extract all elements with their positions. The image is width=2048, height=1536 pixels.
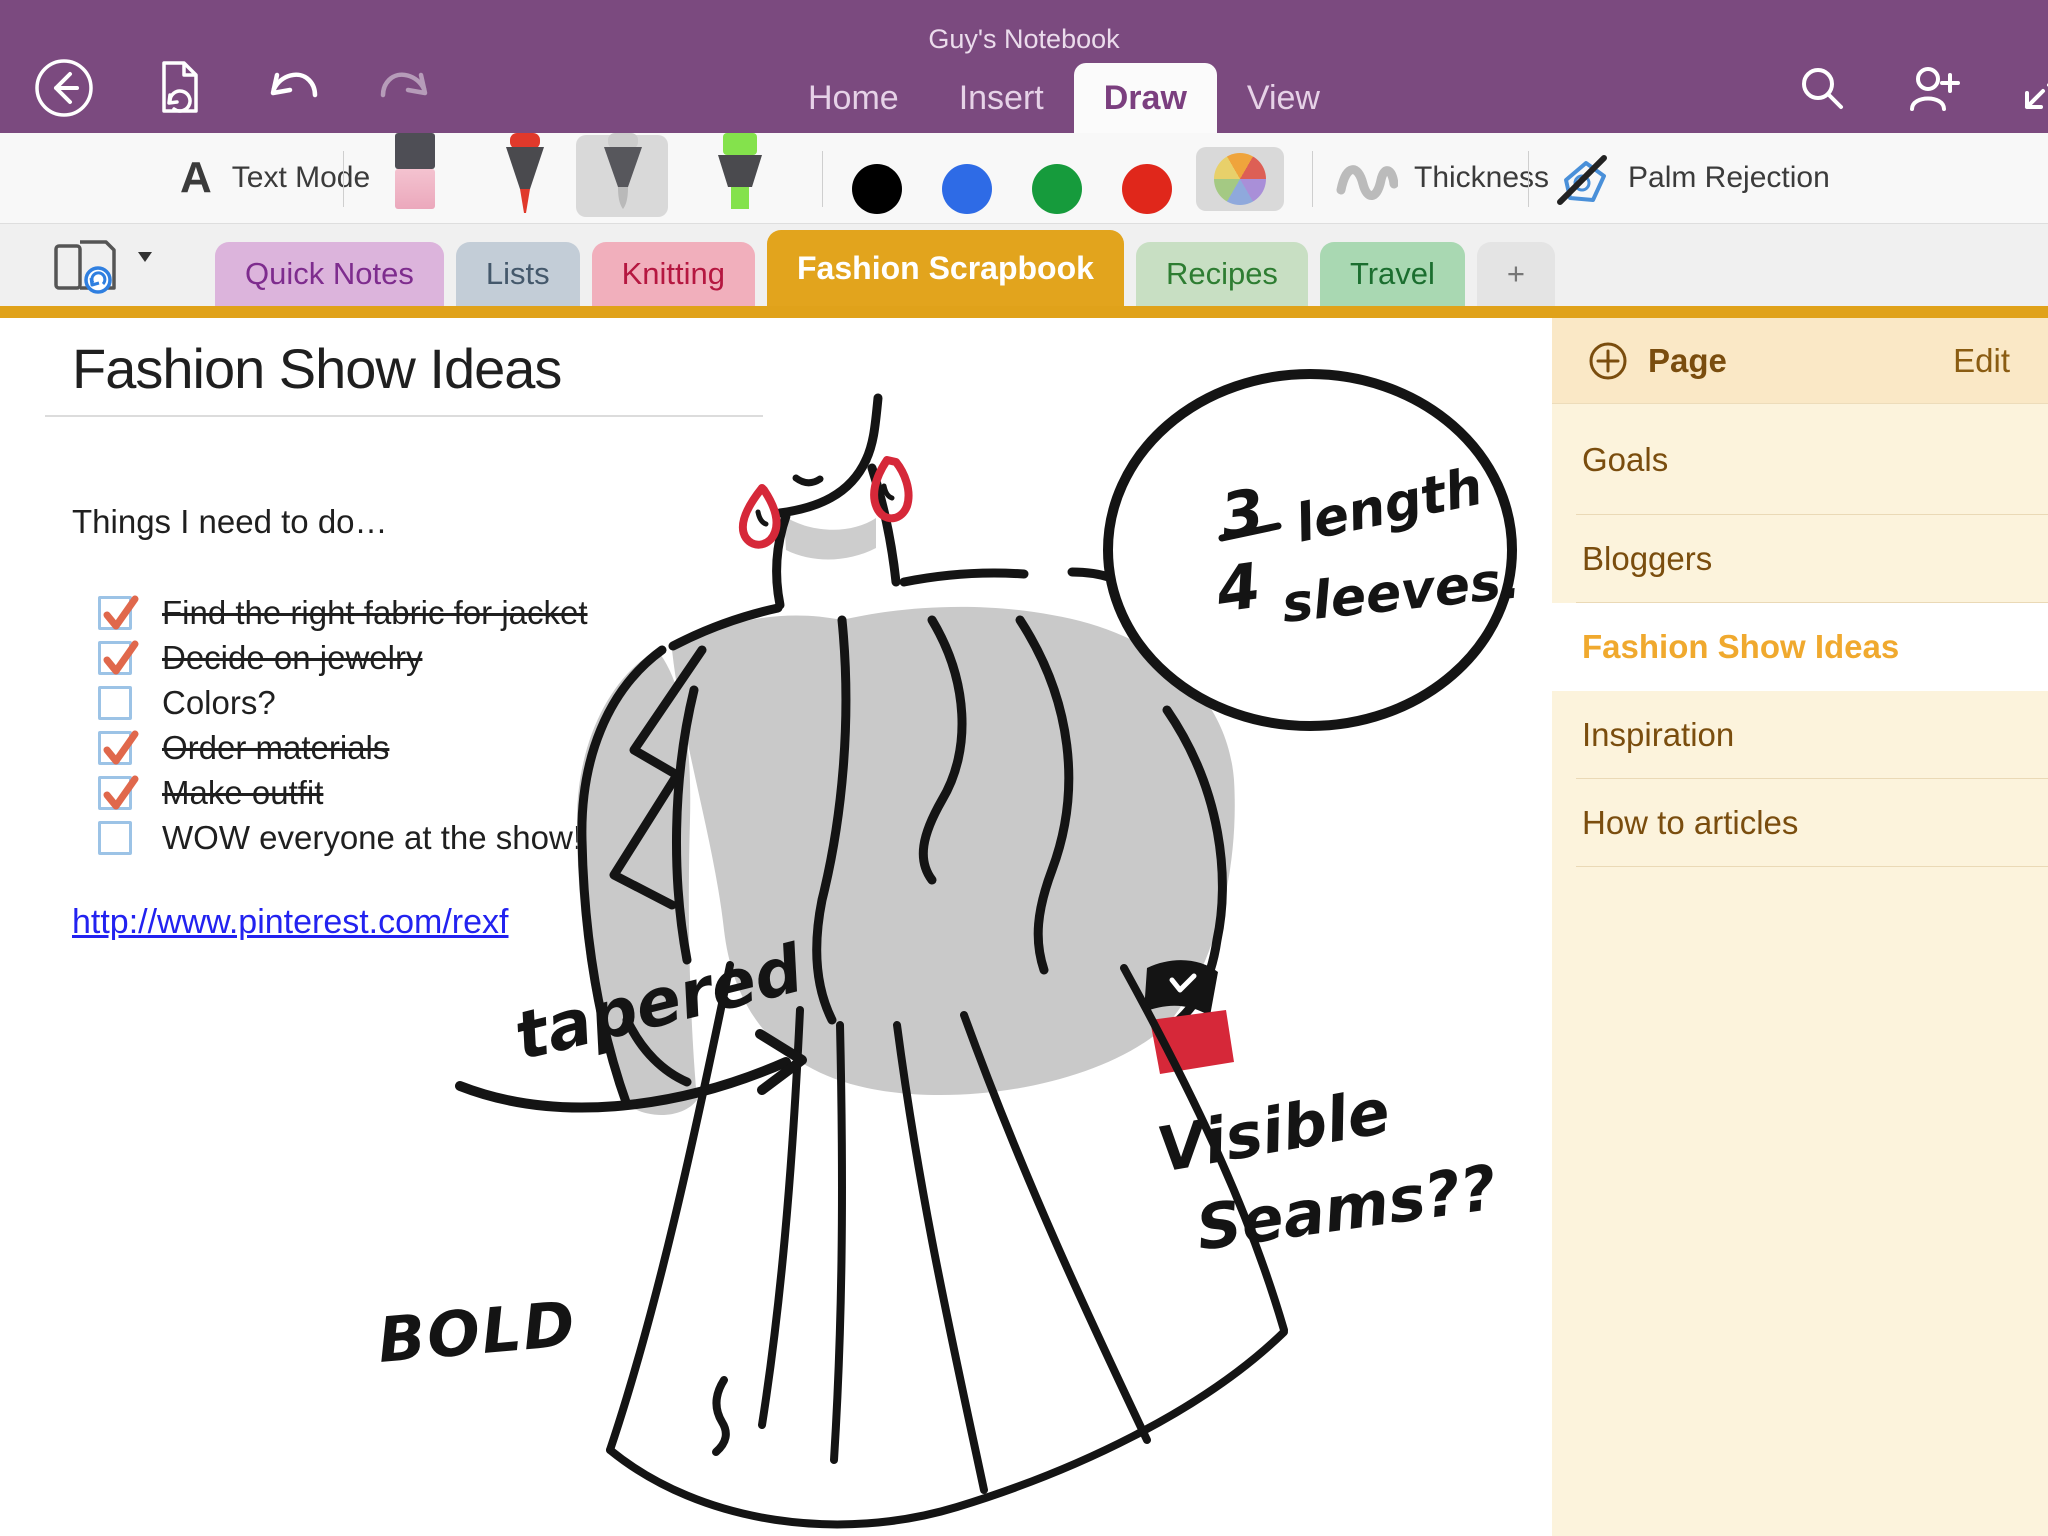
toolbar-divider [1528,151,1529,207]
tab-home[interactable]: Home [778,63,929,133]
fullscreen-icon[interactable] [2014,56,2048,120]
section-tab-fashion-scrapbook[interactable]: Fashion Scrapbook [767,230,1124,306]
palm-rejection-button[interactable]: Palm Rejection [1552,133,1830,223]
section-tab-travel[interactable]: Travel [1320,242,1465,306]
color-swatch-blue[interactable] [942,164,992,214]
add-page-button[interactable]: Page [1582,335,1727,387]
back-button[interactable] [32,56,96,120]
active-section-accent-bar [0,306,2048,318]
thickness-button[interactable]: Thickness [1336,133,1549,223]
fashion-sketch-drawing: 3 4 length sleeves. tapered Visible Seam… [372,320,1552,1536]
todo-intro-text: Things I need to do… [72,503,388,541]
red-pen-tool[interactable] [498,133,552,230]
section-tab-lists[interactable]: Lists [456,242,580,306]
page-row-fashion-show-ideas[interactable]: Fashion Show Ideas [1552,603,2048,691]
checkbox-checked[interactable] [98,731,132,765]
toolbar-divider [822,151,823,207]
highlighter-tool[interactable] [712,133,768,230]
edit-pages-button[interactable]: Edit [1953,342,2010,380]
search-icon[interactable] [1790,56,1854,120]
page-row-inspiration[interactable]: Inspiration [1552,691,2048,779]
checkbox-checked[interactable] [98,776,132,810]
check-icon [99,591,143,635]
ribbon-tabs: Home Insert Draw View [778,0,1350,133]
add-section-button[interactable]: + [1477,242,1555,306]
eraser-tool[interactable] [388,133,442,216]
color-swatch-black[interactable] [852,164,902,214]
add-page-plus-icon [1582,335,1634,387]
page-row-goals[interactable]: Goals [1552,404,2048,515]
color-swatch-red[interactable] [1122,164,1172,214]
checkbox-checked[interactable] [98,641,132,675]
check-icon [99,636,143,680]
palm-rejection-icon [1552,150,1612,206]
page-list-header: Page Edit [1552,318,2048,404]
section-tab-bar: Quick Notes Lists Knitting Fashion Scrap… [0,224,2048,306]
note-bold: BOLD [375,1287,580,1377]
color-swatch-green[interactable] [1032,164,1082,214]
checkbox-checked[interactable] [98,596,132,630]
tab-draw[interactable]: Draw [1074,63,1217,133]
tab-view[interactable]: View [1217,63,1350,133]
thickness-squiggle-icon [1336,152,1398,204]
text-mode-button[interactable]: A Text Mode [180,133,370,223]
page-row-how-to-articles[interactable]: How to articles [1552,779,2048,867]
app-title-bar: Guy's Notebook Home Insert Draw View [0,0,2048,133]
section-tab-recipes[interactable]: Recipes [1136,242,1308,306]
page-canvas[interactable]: Fashion Show Ideas Things I need to do… … [0,318,1552,1536]
draw-toolbar: A Text Mode Thickness Palm Rejection [0,133,2048,224]
checkbox-unchecked[interactable] [98,686,132,720]
undo-button[interactable] [260,56,324,120]
notebook-switcher-button[interactable] [52,238,160,301]
color-wheel-icon [1214,153,1266,205]
section-tab-knitting[interactable]: Knitting [592,242,755,306]
gray-pen-tool-selected[interactable] [596,133,650,230]
toolbar-divider [1312,151,1313,207]
check-icon [99,726,143,770]
share-with-people-icon[interactable] [1902,56,1966,120]
text-mode-icon: A [180,153,212,203]
checkbox-unchecked[interactable] [98,821,132,855]
page-list-sidebar: Page Edit Goals Bloggers Fashion Show Id… [1552,318,2048,1536]
section-tab-quick-notes[interactable]: Quick Notes [215,242,444,306]
check-icon [99,771,143,815]
page-row-bloggers[interactable]: Bloggers [1552,515,2048,603]
sync-document-icon[interactable] [146,56,210,120]
redo-button[interactable] [374,56,438,120]
color-wheel-button[interactable] [1196,147,1284,211]
tab-insert[interactable]: Insert [929,63,1074,133]
toolbar-divider [343,151,344,207]
